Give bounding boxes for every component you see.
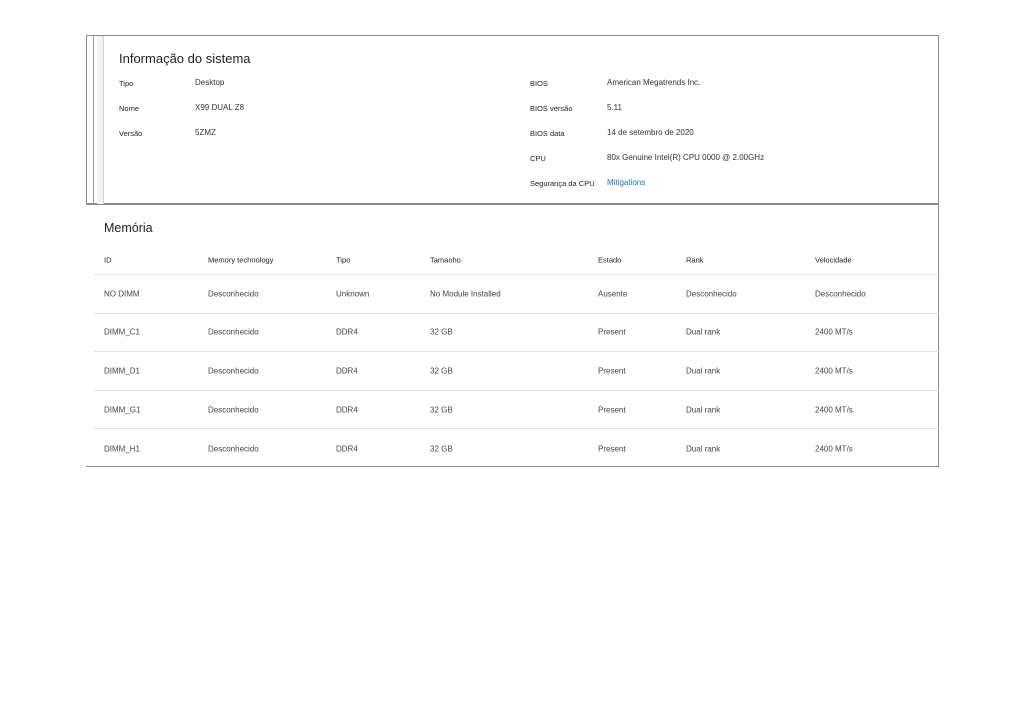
cell-velocidade: 2400 MT/s xyxy=(815,327,853,337)
table-row: NO DIMM Desconhecido Unknown No Module I… xyxy=(94,275,939,314)
column-header-tamanho: Tamanho xyxy=(430,255,461,264)
cell-memory-technology: Desconhecido xyxy=(208,289,259,299)
column-header-id: ID xyxy=(104,255,112,264)
column-header-velocidade: Velocidade xyxy=(815,255,852,264)
cell-velocidade: 2400 MT/s xyxy=(815,405,853,415)
cell-tamanho: No Module Installed xyxy=(430,289,501,299)
cpu-security-label: Segurança da CPU xyxy=(530,179,595,188)
table-row: DIMM_D1 Desconhecido DDR4 32 GB Present … xyxy=(94,352,939,391)
mitigations-link[interactable]: Mitigations xyxy=(607,178,645,187)
cell-estado: Present xyxy=(598,366,626,376)
cell-id: DIMM_D1 xyxy=(104,366,141,376)
system-info-title: Informação do sistema xyxy=(119,51,251,66)
column-header-estado: Estado xyxy=(598,255,622,264)
memory-table: ID Memory technology Tipo Tamanho Estado… xyxy=(94,245,939,468)
cell-velocidade: 2400 MT/s xyxy=(815,444,853,454)
bios-data-label: BIOS data xyxy=(530,129,565,138)
table-row: DIMM_C1 Desconhecido DDR4 32 GB Present … xyxy=(94,314,939,353)
bios-data-value: 14 de setembro de 2020 xyxy=(607,128,694,137)
cell-rank: Desconhecido xyxy=(686,289,737,299)
cell-rank: Dual rank xyxy=(686,405,721,415)
cell-tamanho: 32 GB xyxy=(430,366,453,376)
cell-estado: Present xyxy=(598,327,626,337)
tipo-value: Desktop xyxy=(195,78,225,87)
cell-estado: Present xyxy=(598,444,626,454)
panel-scroll-gutter xyxy=(97,36,104,205)
memory-title: Memória xyxy=(104,221,153,235)
column-header-rank: Rank xyxy=(686,255,704,264)
bios-label: BIOS xyxy=(530,79,548,88)
cell-memory-technology: Desconhecido xyxy=(208,366,259,376)
cell-tipo: DDR4 xyxy=(336,327,358,337)
bios-versao-value: 5.11 xyxy=(607,103,622,112)
bios-value: American Megatrends Inc. xyxy=(607,78,701,87)
cell-id: NO DIMM xyxy=(104,289,140,299)
cpu-label: CPU xyxy=(530,154,546,163)
nome-label: Nome xyxy=(119,104,140,113)
cell-estado: Ausente xyxy=(598,289,628,299)
cell-tipo: Unknown xyxy=(336,289,370,299)
nome-value: X99 DUAL Z8 xyxy=(195,103,245,112)
cell-estado: Present xyxy=(598,405,626,415)
cell-id: DIMM_C1 xyxy=(104,327,141,337)
cell-velocidade: Desconhecido xyxy=(815,289,866,299)
cell-rank: Dual rank xyxy=(686,366,721,376)
cell-id: DIMM_H1 xyxy=(104,444,141,454)
cell-memory-technology: Desconhecido xyxy=(208,405,259,415)
cell-tamanho: 32 GB xyxy=(430,444,453,454)
cell-tipo: DDR4 xyxy=(336,405,358,415)
bios-versao-label: BIOS versão xyxy=(530,104,573,113)
table-row: DIMM_H1 Desconhecido DDR4 32 GB Present … xyxy=(94,429,939,468)
cell-rank: Dual rank xyxy=(686,444,721,454)
cell-tamanho: 32 GB xyxy=(430,405,453,415)
versao-value: 5ZMZ xyxy=(195,128,216,137)
memory-panel: Memória ID Memory technology Tipo Tamanh… xyxy=(86,204,939,467)
table-header-row: ID Memory technology Tipo Tamanho Estado… xyxy=(94,245,939,275)
cpu-value: 80x Genuine Intel(R) CPU 0000 @ 2.00GHz xyxy=(607,153,765,162)
system-info-panel: Informação do sistema Tipo Desktop Nome … xyxy=(86,35,939,205)
column-header-tipo: Tipo xyxy=(336,255,351,264)
cell-tipo: DDR4 xyxy=(336,366,358,376)
column-header-memory-technology: Memory technology xyxy=(208,255,274,264)
cell-rank: Dual rank xyxy=(686,327,721,337)
cell-tipo: DDR4 xyxy=(336,444,358,454)
cell-memory-technology: Desconhecido xyxy=(208,444,259,454)
cell-memory-technology: Desconhecido xyxy=(208,327,259,337)
versao-label: Versão xyxy=(119,129,143,138)
tipo-label: Tipo xyxy=(119,79,134,88)
cell-id: DIMM_G1 xyxy=(104,405,141,415)
cell-tamanho: 32 GB xyxy=(430,327,453,337)
panel-edge-line xyxy=(93,36,94,205)
cell-velocidade: 2400 MT/s xyxy=(815,366,853,376)
table-row: DIMM_G1 Desconhecido DDR4 32 GB Present … xyxy=(94,391,939,430)
